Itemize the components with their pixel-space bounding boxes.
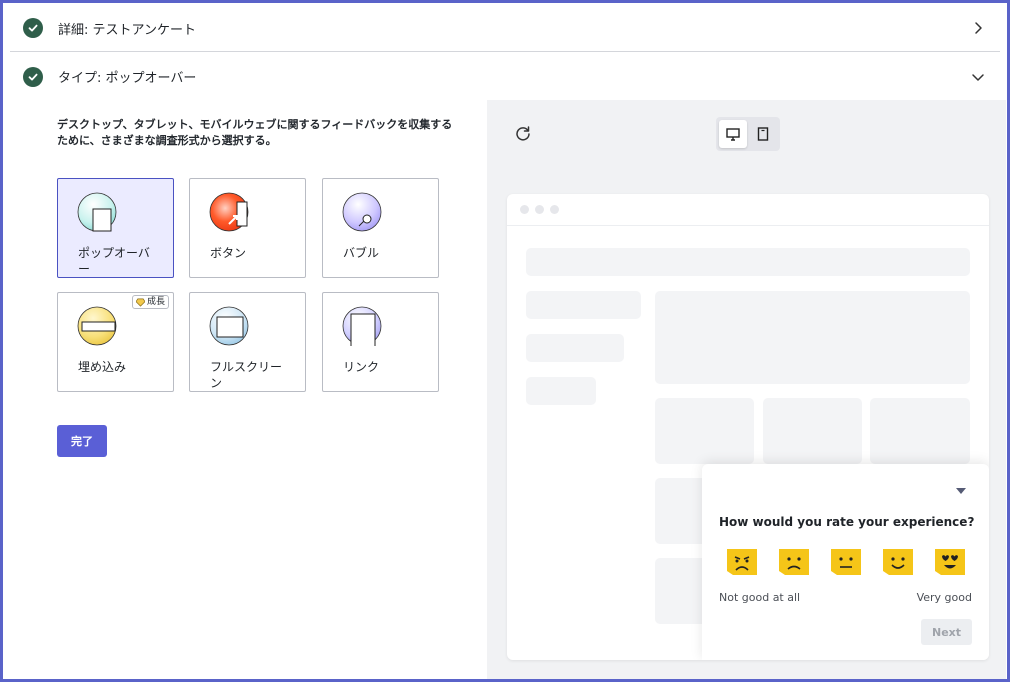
check-circle-icon <box>23 18 43 38</box>
app-frame: 詳細: テストアンケート タイプ: ポップオーバー デスクトップ、タブレット、モ… <box>0 0 1010 682</box>
neutral-face-icon[interactable] <box>829 547 863 577</box>
scale-low-label: Not good at all <box>719 591 801 604</box>
type-card-label: ポップオーバー <box>78 246 150 276</box>
browser-mockup: How would you rate your experience? Not … <box>507 194 989 660</box>
skeleton-block <box>870 398 970 464</box>
done-button[interactable]: 完了 <box>57 425 107 457</box>
survey-question: How would you rate your experience? <box>719 515 975 529</box>
chevron-down-icon[interactable] <box>966 65 990 89</box>
type-card-label: ボタン <box>210 246 247 260</box>
skeleton-block <box>655 291 970 384</box>
popover-type-icon <box>77 192 119 234</box>
desktop-view-button[interactable] <box>719 120 747 148</box>
type-selection-panel: デスクトップ、タブレット、モバイルウェブに関するフィードバックを収集するために、… <box>10 100 487 679</box>
window-dot <box>535 205 544 214</box>
browser-titlebar <box>507 194 989 226</box>
type-card-popover[interactable]: ポップオーバー <box>57 178 174 278</box>
sad-face-icon[interactable] <box>777 547 811 577</box>
skeleton-block <box>526 334 624 362</box>
type-card-label: バブル <box>343 246 380 260</box>
type-card-embedded[interactable]: 成長 埋め込み <box>57 292 174 392</box>
embedded-type-icon <box>77 306 119 348</box>
bubble-type-icon <box>342 192 384 234</box>
diamond-icon <box>135 298 145 307</box>
section-type-header[interactable]: タイプ: ポップオーバー <box>10 53 1000 100</box>
skeleton-block <box>526 291 641 319</box>
tablet-icon <box>757 127 769 141</box>
type-card-bubble[interactable]: バブル <box>322 178 439 278</box>
chevron-right-icon[interactable] <box>966 16 990 40</box>
refresh-icon[interactable] <box>513 124 533 144</box>
rating-scale <box>725 547 967 577</box>
skeleton-block <box>763 398 862 464</box>
type-card-button[interactable]: ボタン <box>189 178 306 278</box>
scale-high-label: Very good <box>916 591 972 604</box>
type-card-label: リンク <box>343 360 380 374</box>
type-card-fullscreen[interactable]: フルスクリーン <box>189 292 306 392</box>
skeleton-block <box>526 248 970 276</box>
link-type-icon <box>342 306 384 348</box>
section-details-header[interactable]: 詳細: テストアンケート <box>10 5 1000 52</box>
type-card-link[interactable]: リンク <box>322 292 439 392</box>
growth-badge-label: 成長 <box>146 297 165 307</box>
type-description: デスクトップ、タブレット、モバイルウェブに関するフィードバックを収集するために、… <box>57 118 453 147</box>
smile-face-icon[interactable] <box>881 547 915 577</box>
heart-eyes-face-icon[interactable] <box>933 547 967 577</box>
skeleton-block <box>526 377 596 405</box>
type-card-label: フルスクリーン <box>210 360 283 390</box>
type-card-label: 埋め込み <box>78 360 127 374</box>
section-type-title: タイプ: ポップオーバー <box>58 71 197 86</box>
preview-panel: How would you rate your experience? Not … <box>487 100 1006 679</box>
next-button[interactable]: Next <box>921 619 972 645</box>
button-type-icon <box>209 192 251 234</box>
tablet-view-button[interactable] <box>749 120 777 148</box>
section-details-title: 詳細: テストアンケート <box>58 22 196 38</box>
desktop-icon <box>726 128 740 141</box>
angry-face-icon[interactable] <box>725 547 759 577</box>
window-dot <box>520 205 529 214</box>
skeleton-block <box>655 398 754 464</box>
check-circle-icon <box>23 66 43 87</box>
device-toggle <box>716 117 780 151</box>
fullscreen-type-icon <box>209 306 251 348</box>
minimize-icon[interactable] <box>955 482 967 494</box>
window-dot <box>550 205 559 214</box>
survey-popover: How would you rate your experience? Not … <box>702 464 989 660</box>
growth-plan-badge: 成長 <box>131 295 169 309</box>
